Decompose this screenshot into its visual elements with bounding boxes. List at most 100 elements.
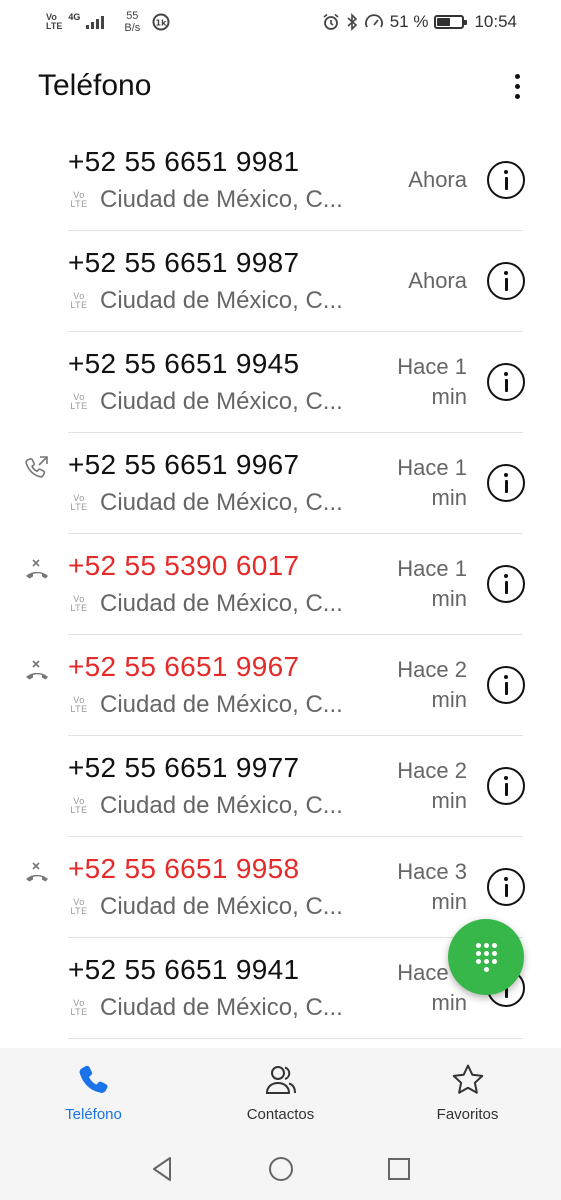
network-type: 4G xyxy=(68,12,81,22)
info-icon xyxy=(504,271,508,275)
recents-button[interactable] xyxy=(383,1153,415,1185)
call-log-row[interactable]: +52 55 5390 6017 Vo LTE Ciudad de México… xyxy=(0,534,561,635)
volte-icon: Vo LTE xyxy=(68,393,90,411)
info-icon xyxy=(504,170,508,174)
call-details: +52 55 6651 9981 Vo LTE Ciudad de México… xyxy=(68,146,378,214)
call-subtitle: Vo LTE Ciudad de México, C... xyxy=(68,186,378,214)
call-info-button[interactable] xyxy=(487,161,525,199)
svg-text:1k: 1k xyxy=(156,19,168,28)
outgoing-call-icon xyxy=(24,455,50,481)
call-details: +52 55 6651 9967 Vo LTE Ciudad de México… xyxy=(68,651,378,719)
dialpad-icon xyxy=(475,942,497,972)
call-info-button[interactable] xyxy=(487,767,525,805)
alarm-icon xyxy=(323,13,339,30)
call-location: Ciudad de México, C... xyxy=(100,489,343,516)
volte-badge-bottom: LTE xyxy=(70,401,88,411)
call-details: +52 55 6651 9967 Vo LTE Ciudad de México… xyxy=(68,449,378,517)
phone-number: +52 55 6651 9987 xyxy=(68,247,300,278)
missed-call-icon xyxy=(24,657,50,683)
back-button[interactable] xyxy=(147,1153,179,1185)
volte-icon: Vo LTE xyxy=(68,292,90,310)
battery-fill xyxy=(437,18,450,26)
back-triangle-icon xyxy=(152,1157,171,1181)
tab-phone-label: Teléfono xyxy=(65,1106,122,1123)
call-log-row[interactable]: +52 55 6651 9967 Vo LTE Ciudad de México… xyxy=(0,433,561,534)
tab-contacts[interactable]: Contactos xyxy=(211,1062,351,1123)
tab-phone[interactable]: Teléfono xyxy=(24,1062,164,1123)
call-time: Ahora xyxy=(408,167,467,192)
call-log-list: +52 55 6651 9981 Vo LTE Ciudad de México… xyxy=(0,130,561,1039)
phone-number: +52 55 5390 6017 xyxy=(68,550,300,581)
info-icon xyxy=(504,473,508,477)
call-location: Ciudad de México, C... xyxy=(100,994,343,1021)
home-circle-icon xyxy=(268,1157,293,1181)
call-details: +52 55 6651 9987 Vo LTE Ciudad de México… xyxy=(68,247,378,315)
call-subtitle: Vo LTE Ciudad de México, C... xyxy=(68,388,378,416)
call-time: Hace 2 min xyxy=(397,657,467,712)
battery-percent: 51 % xyxy=(389,12,429,31)
bottom-navigation: Teléfono Contactos Favoritos xyxy=(0,1048,561,1138)
tab-contacts-label: Contactos xyxy=(246,1106,315,1123)
volte-icon: Vo LTE xyxy=(68,797,90,815)
volte-icon: Vo LTE xyxy=(68,696,90,714)
call-time: Hace 2 min xyxy=(397,758,467,813)
volte-icon: Vo LTE xyxy=(68,898,90,916)
call-location: Ciudad de México, C... xyxy=(100,186,343,213)
volte-icon: Vo LTE xyxy=(68,494,90,512)
call-details: +52 55 6651 9941 Vo LTE Ciudad de México… xyxy=(68,954,378,1022)
call-location: Ciudad de México, C... xyxy=(100,893,343,920)
volte-badge-bottom: LTE xyxy=(70,906,88,916)
call-info-button[interactable] xyxy=(487,262,525,300)
call-log-row[interactable]: +52 55 6651 9987 Vo LTE Ciudad de México… xyxy=(0,231,561,332)
call-info-button[interactable] xyxy=(487,666,525,704)
call-info-button[interactable] xyxy=(487,868,525,906)
tab-favorites[interactable]: Favoritos xyxy=(398,1062,538,1123)
recents-square-icon xyxy=(387,1158,410,1180)
app-header: Teléfono xyxy=(0,58,561,114)
home-button[interactable] xyxy=(265,1153,297,1185)
star-icon xyxy=(452,1064,483,1094)
network-speed: 55 B/s xyxy=(124,10,140,34)
volte-status-icon: Vo LTE xyxy=(46,13,62,31)
call-time: Hace 1 min xyxy=(397,455,467,510)
call-location: Ciudad de México, C... xyxy=(100,388,343,415)
missed-call-icon xyxy=(24,859,50,885)
phone-number: +52 55 6651 9958 xyxy=(68,853,300,884)
system-navigation-bar xyxy=(0,1138,561,1200)
signal-icon xyxy=(86,15,105,29)
status-bar-right: 51 % 10:54 xyxy=(322,12,517,32)
call-info-button[interactable] xyxy=(487,565,525,603)
call-subtitle: Vo LTE Ciudad de México, C... xyxy=(68,287,378,315)
call-log-row[interactable]: +52 55 6651 9977 Vo LTE Ciudad de México… xyxy=(0,736,561,837)
call-info-button[interactable] xyxy=(487,464,525,502)
battery-icon xyxy=(434,15,468,29)
phone-number: +52 55 6651 9977 xyxy=(68,752,300,783)
volte-badge-bottom: LTE xyxy=(70,704,88,714)
more-options-button[interactable] xyxy=(507,66,527,106)
row-divider xyxy=(68,1038,523,1039)
info-icon xyxy=(504,574,508,578)
dialpad-button[interactable] xyxy=(448,919,524,995)
clock: 10:54 xyxy=(474,12,517,31)
bluetooth-icon xyxy=(347,13,357,31)
contacts-icon xyxy=(265,1066,296,1094)
call-time: Ahora xyxy=(408,268,467,293)
call-log-row[interactable]: +52 55 6651 9945 Vo LTE Ciudad de México… xyxy=(0,332,561,433)
call-subtitle: Vo LTE Ciudad de México, C... xyxy=(68,691,378,719)
phone-number: +52 55 6651 9945 xyxy=(68,348,300,379)
phone-number: +52 55 6651 9967 xyxy=(68,651,300,682)
call-subtitle: Vo LTE Ciudad de México, C... xyxy=(68,489,378,517)
info-icon xyxy=(504,372,508,376)
network-speed-value: 55 xyxy=(126,10,139,22)
info-icon xyxy=(504,877,508,881)
call-location: Ciudad de México, C... xyxy=(100,792,343,819)
volte-badge-bottom: LTE xyxy=(70,199,88,209)
phone-icon xyxy=(79,1065,108,1093)
call-log-row[interactable]: +52 55 6651 9981 Vo LTE Ciudad de México… xyxy=(0,130,561,231)
call-info-button[interactable] xyxy=(487,363,525,401)
call-subtitle: Vo LTE Ciudad de México, C... xyxy=(68,994,378,1022)
call-details: +52 55 6651 9977 Vo LTE Ciudad de México… xyxy=(68,752,378,820)
call-log-row[interactable]: +52 55 6651 9967 Vo LTE Ciudad de México… xyxy=(0,635,561,736)
call-location: Ciudad de México, C... xyxy=(100,590,343,617)
call-details: +52 55 6651 9958 Vo LTE Ciudad de México… xyxy=(68,853,378,921)
